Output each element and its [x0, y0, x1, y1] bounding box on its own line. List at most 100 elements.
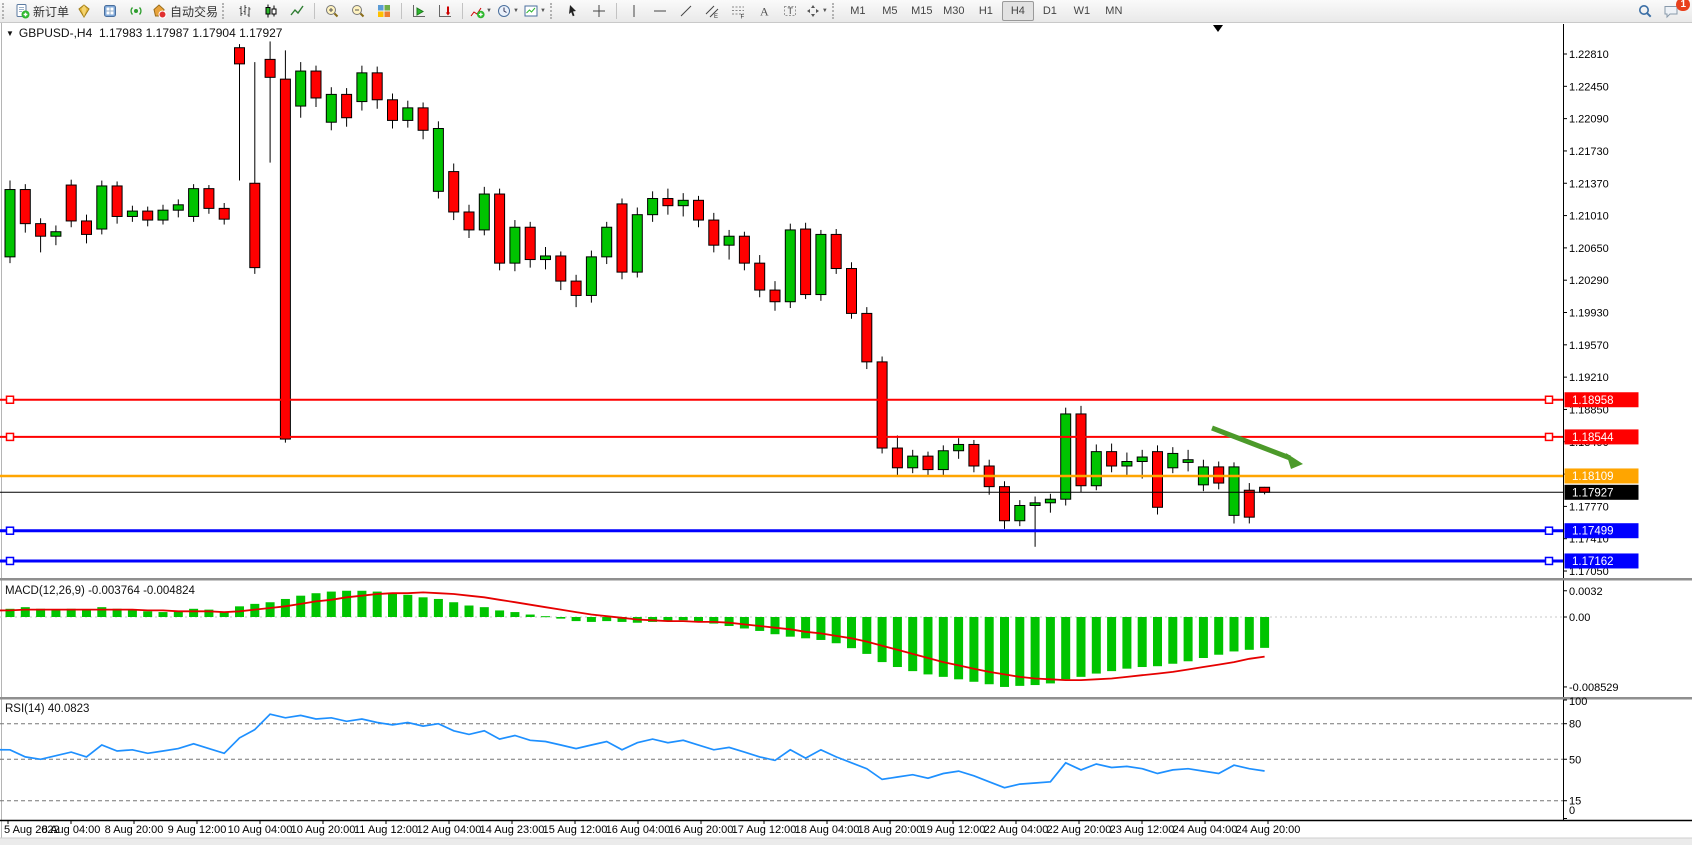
- timeframe-mn[interactable]: MN: [1098, 1, 1130, 21]
- svg-text:1.19930: 1.19930: [1569, 308, 1609, 320]
- svg-text:0: 0: [1569, 805, 1575, 817]
- arrows-dropdown-arrow[interactable]: ▼: [822, 8, 828, 14]
- symbol-dropdown-arrow[interactable]: ▼: [6, 29, 14, 38]
- macd-axis: 0.00320.00-0.008529: [1563, 586, 1619, 694]
- line-chart-button[interactable]: [284, 1, 310, 21]
- vertical-line-tool-button[interactable]: [621, 1, 647, 21]
- zoom-in-icon: [324, 3, 340, 19]
- hline-1.17162[interactable]: 1.17162: [0, 553, 1639, 568]
- auto-scroll-button[interactable]: [406, 1, 432, 21]
- timeframe-m30[interactable]: M30: [938, 1, 970, 21]
- svg-text:8 Aug 20:00: 8 Aug 20:00: [105, 824, 164, 836]
- toolbar-grip: [550, 3, 556, 19]
- timeframe-m5[interactable]: M5: [874, 1, 906, 21]
- svg-text:1.17499: 1.17499: [1572, 526, 1614, 538]
- svg-text:1.19570: 1.19570: [1569, 340, 1609, 352]
- svg-text:24 Aug 04:00: 24 Aug 04:00: [1173, 824, 1238, 836]
- svg-text:22 Aug 04:00: 22 Aug 04:00: [984, 824, 1049, 836]
- svg-text:T: T: [787, 6, 793, 16]
- hline-1.18109[interactable]: 1.18109: [0, 468, 1639, 483]
- svg-text:1.20290: 1.20290: [1569, 275, 1609, 287]
- zoom-out-button[interactable]: [345, 1, 371, 21]
- cursor-icon: [565, 3, 581, 19]
- timeframe-m1[interactable]: M1: [842, 1, 874, 21]
- autotrading-icon: [151, 3, 167, 19]
- rsi-line: [0, 714, 1265, 788]
- text-label-tool-button[interactable]: T: [777, 1, 803, 21]
- toolbar-separator: [314, 3, 315, 19]
- horizontal-line-tool-button[interactable]: [647, 1, 673, 21]
- svg-text:1.18109: 1.18109: [1572, 471, 1614, 483]
- timeframe-w1[interactable]: W1: [1066, 1, 1098, 21]
- equidistant-channel-icon: E: [704, 3, 720, 19]
- chart-shift-button[interactable]: [432, 1, 458, 21]
- bar-chart-button[interactable]: [232, 1, 258, 21]
- tile-windows-icon: [376, 3, 392, 19]
- hline-1.18958[interactable]: 1.18958: [0, 392, 1639, 407]
- svg-text:80: 80: [1569, 719, 1581, 731]
- svg-text:A: A: [760, 5, 769, 19]
- tile-windows-button[interactable]: [371, 1, 397, 21]
- add-indicator-button[interactable]: ▼: [467, 1, 494, 21]
- templates-button[interactable]: ▼: [521, 1, 548, 21]
- hline-1.17499[interactable]: 1.17499: [0, 523, 1639, 538]
- data-window-icon: [102, 3, 118, 19]
- rsi-indicator-label: RSI(14) 40.0823: [5, 703, 89, 715]
- svg-text:1.21730: 1.21730: [1569, 146, 1609, 158]
- candlestick-chart-button[interactable]: [258, 1, 284, 21]
- svg-text:10 Aug 20:00: 10 Aug 20:00: [291, 824, 356, 836]
- auto-scroll-icon: [411, 3, 427, 19]
- data-window-button[interactable]: [97, 1, 123, 21]
- svg-text:24 Aug 20:00: 24 Aug 20:00: [1236, 824, 1301, 836]
- svg-text:1.21010: 1.21010: [1569, 211, 1609, 223]
- macd-signal-line: [0, 592, 1265, 680]
- timeframe-d1[interactable]: D1: [1034, 1, 1066, 21]
- add-indicator-dropdown-arrow[interactable]: ▼: [486, 8, 492, 14]
- fibonacci-icon: F: [730, 3, 746, 19]
- svg-text:1.22810: 1.22810: [1569, 49, 1609, 61]
- equidistant-channel-button[interactable]: E: [699, 1, 725, 21]
- candles: [5, 41, 1270, 546]
- timeframe-h4[interactable]: H4: [1002, 1, 1034, 21]
- svg-text:F: F: [740, 15, 744, 20]
- zoom-in-button[interactable]: [319, 1, 345, 21]
- hline-1.17927[interactable]: 1.17927: [0, 485, 1639, 500]
- market-watch-button[interactable]: [71, 1, 97, 21]
- trendline-icon: [678, 3, 694, 19]
- timeframe-m15[interactable]: M15: [906, 1, 938, 21]
- crosshair-button[interactable]: [586, 1, 612, 21]
- periods-dropdown-arrow[interactable]: ▼: [513, 8, 519, 14]
- macd-indicator-label: MACD(12,26,9) -0.003764 -0.004824: [5, 585, 195, 597]
- macd-name: MACD(12,26,9): [5, 585, 85, 597]
- candlestick-chart-icon: [263, 3, 279, 19]
- search-button[interactable]: [1632, 1, 1658, 21]
- vertical-line-icon: [626, 3, 642, 19]
- chat-button[interactable]: 1: [1658, 1, 1684, 21]
- toolbar-grip: [832, 3, 838, 19]
- text-tool-button[interactable]: A: [751, 1, 777, 21]
- autotrading-label: 自动交易: [170, 3, 218, 20]
- trendline-tool-button[interactable]: [673, 1, 699, 21]
- ohlc-values: 1.17983 1.17987 1.17904 1.17927: [99, 26, 283, 40]
- svg-text:19 Aug 12:00: 19 Aug 12:00: [921, 824, 986, 836]
- svg-text:0.0032: 0.0032: [1569, 586, 1603, 598]
- new-order-button[interactable]: 新订单: [12, 1, 71, 21]
- cursor-button[interactable]: [560, 1, 586, 21]
- annotation-arrow[interactable]: [1212, 428, 1303, 469]
- timeframe-h1[interactable]: H1: [970, 1, 1002, 21]
- svg-text:23 Aug 12:00: 23 Aug 12:00: [1110, 824, 1175, 836]
- chart-canvas[interactable]: 1.228101.224501.220901.217301.213701.210…: [0, 0, 1692, 845]
- arrows-tool-button[interactable]: ▼: [803, 1, 830, 21]
- svg-text:1.18544: 1.18544: [1572, 432, 1614, 444]
- hline-1.18544[interactable]: 1.18544: [0, 429, 1639, 444]
- signals-button[interactable]: [123, 1, 149, 21]
- last-bar-marker: [1213, 25, 1223, 32]
- svg-text:18 Aug 04:00: 18 Aug 04:00: [795, 824, 860, 836]
- arrows-tool-icon: [805, 3, 821, 19]
- fibonacci-button[interactable]: F: [725, 1, 751, 21]
- periods-button[interactable]: ▼: [494, 1, 521, 21]
- svg-text:10 Aug 04:00: 10 Aug 04:00: [228, 824, 293, 836]
- templates-dropdown-arrow[interactable]: ▼: [540, 8, 546, 14]
- rsi-levels: [0, 724, 1563, 801]
- autotrading-button[interactable]: 自动交易: [149, 1, 220, 21]
